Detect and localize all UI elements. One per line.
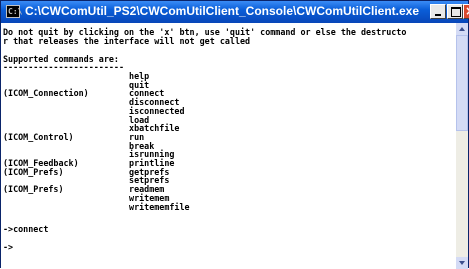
scroll-up-arrow-icon bbox=[459, 27, 465, 31]
close-icon: × bbox=[465, 4, 469, 18]
console-line: ->connect bbox=[3, 224, 49, 234]
console-icon-text: C:\ bbox=[8, 7, 23, 16]
console-line: -> bbox=[3, 242, 14, 252]
scrollbar-thumb[interactable] bbox=[456, 35, 468, 131]
minimize-icon bbox=[435, 14, 441, 16]
console-window: C:\ C:\CWComUtil_PS2\CWComUtilClient_Con… bbox=[0, 0, 469, 269]
minimize-button[interactable] bbox=[430, 4, 446, 19]
vertical-scrollbar[interactable] bbox=[456, 23, 468, 269]
console-line: r that releases the interface will not g… bbox=[3, 36, 251, 46]
scroll-down-arrow-icon bbox=[459, 261, 465, 265]
console-output[interactable]: Do not quit by clicking on the 'x' btn, … bbox=[1, 23, 456, 269]
console-icon[interactable]: C:\ bbox=[6, 5, 23, 18]
console-line: writememfile bbox=[3, 202, 190, 212]
scroll-down-button[interactable] bbox=[456, 257, 468, 269]
title-bar[interactable]: C:\ C:\CWComUtil_PS2\CWComUtilClient_Con… bbox=[1, 1, 469, 23]
window-title: C:\CWComUtil_PS2\CWComUtilClient_Console… bbox=[25, 4, 420, 18]
maximize-button[interactable] bbox=[447, 4, 463, 19]
scroll-up-button[interactable] bbox=[456, 23, 468, 35]
maximize-icon bbox=[451, 7, 461, 17]
close-button[interactable]: × bbox=[463, 4, 469, 19]
